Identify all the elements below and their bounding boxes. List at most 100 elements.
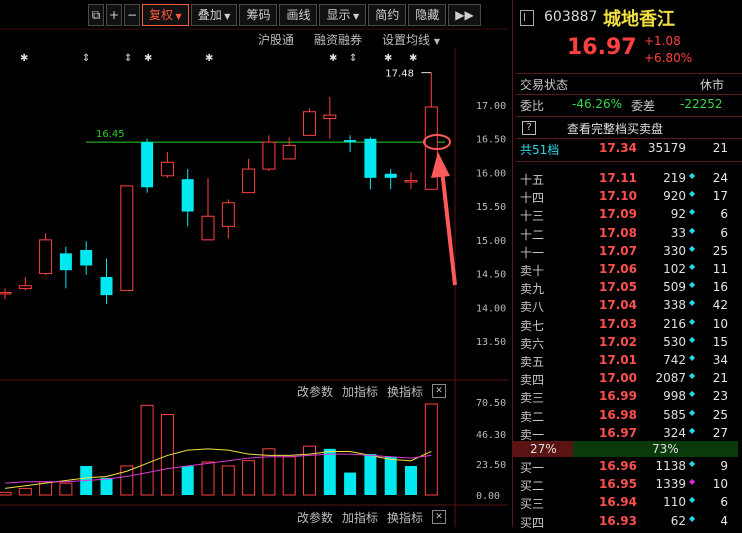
sell-level-label: 十二: [520, 227, 545, 242]
volume-bar: [140, 404, 154, 496]
event-marker-icon: ⇕: [82, 53, 90, 64]
stock-code: 603887: [544, 9, 598, 25]
buy-level-row[interactable]: 买三 16.94 110 ◆ 6: [512, 495, 742, 514]
diamond-marker-icon: ◆: [689, 280, 696, 290]
diamond-marker-icon: ◆: [689, 334, 696, 344]
sell-level-row[interactable]: 卖二 16.98 585 ◆ 25: [512, 408, 742, 427]
buy-level-row[interactable]: 买二 16.95 1339 ◆ 10: [512, 477, 742, 496]
sell-level-row[interactable]: 卖三 16.99 998 ◆ 23: [512, 389, 742, 408]
total-levels-price: 17.34: [599, 141, 637, 155]
full-order-book-link[interactable]: 查看完整档买卖盘: [567, 120, 663, 137]
sell-level-row[interactable]: 卖五 17.01 742 ◆ 34: [512, 353, 742, 372]
sell-level-count: 34: [712, 353, 728, 367]
buy-level-row[interactable]: 买一 16.96 1138 ◆ 9: [512, 459, 742, 478]
candle-body: [323, 114, 337, 119]
volume-bar: [18, 487, 32, 496]
sell-level-price: 17.00: [599, 371, 637, 386]
indicator-add-button[interactable]: 加指标: [342, 509, 378, 526]
buy-level-vol: 110: [663, 495, 686, 510]
sell-level-price: 17.03: [599, 316, 637, 331]
price-axis-label: 16.00: [476, 168, 506, 179]
volume-axis-label: 46.30: [476, 430, 506, 441]
buy-level-label: 买三: [520, 497, 545, 512]
sell-level-count: 27: [712, 425, 728, 440]
volume-bar: [323, 448, 336, 495]
sell-level-price: 17.05: [599, 280, 637, 295]
volume-bar: [344, 472, 357, 495]
indicator-switch-button[interactable]: 换指标: [387, 509, 423, 526]
sell-level-count: 11: [712, 262, 728, 276]
candle-body: [18, 285, 32, 289]
candle-body: [160, 161, 174, 177]
sell-level-price: 17.06: [599, 262, 637, 276]
sell-level-row[interactable]: 卖六 17.02 530 ◆ 15: [512, 335, 742, 354]
event-marker-icon: ✱: [329, 53, 337, 64]
sell-level-row[interactable]: 十四 17.10 920 ◆ 17: [512, 189, 742, 208]
sell-level-vol: 530: [663, 334, 686, 349]
diamond-marker-icon: ◆: [689, 495, 696, 505]
sell-level-row[interactable]: 卖八 17.04 338 ◆ 42: [512, 298, 742, 317]
sell-level-row[interactable]: 卖七 17.03 216 ◆ 10: [512, 317, 742, 336]
sell-level-row[interactable]: 十一 17.07 330 ◆ 25: [512, 244, 742, 263]
price-axis-label: 14.00: [476, 303, 506, 314]
volume-add-indicator-button[interactable]: 加指标: [342, 383, 378, 400]
event-marker-icon: ✱: [205, 53, 213, 64]
sell-level-price: 17.04: [599, 298, 637, 313]
sell-level-label: 卖七: [520, 318, 545, 333]
help-icon[interactable]: ?: [522, 121, 536, 135]
sell-level-row[interactable]: 卖十 17.06 102 ◆ 11: [512, 262, 742, 281]
price-level-label: 16.45: [96, 129, 125, 140]
sell-level-vol: 509: [663, 280, 686, 295]
sell-level-row[interactable]: 卖九 17.05 509 ◆ 16: [512, 280, 742, 299]
candle-body: [39, 239, 53, 275]
volume-bar: [201, 461, 215, 496]
price-change: +1.08: [644, 34, 681, 48]
candle-body: [80, 249, 93, 266]
panel-toggle-icon[interactable]: [520, 10, 534, 26]
sell-level-count: 15: [712, 334, 728, 349]
volume-switch-indicator-button[interactable]: 换指标: [387, 383, 423, 400]
sell-level-row[interactable]: 十五 17.11 219 ◆ 24: [512, 171, 742, 190]
sell-level-row[interactable]: 十二 17.08 33 ◆ 6: [512, 226, 742, 245]
volume-close-icon[interactable]: ✕: [432, 384, 447, 398]
indicator-close-icon[interactable]: ✕: [432, 510, 447, 524]
sell-level-count: 16: [712, 280, 728, 295]
volume-bar: [242, 460, 256, 496]
price-volume-chart[interactable]: 17.00 16.50 16.00 15.50 15.00 14.50 14.00 13.50…: [0, 0, 508, 527]
sell-level-count: 23: [712, 389, 728, 404]
candle-body: [221, 202, 235, 227]
diamond-marker-icon: ◆: [689, 171, 696, 180]
sell-level-label: 卖三: [520, 391, 545, 406]
sell-level-count: 21: [712, 371, 728, 386]
diamond-marker-icon: ◆: [689, 353, 696, 362]
sell-level-label: 十五: [520, 173, 545, 187]
candle-body: [201, 215, 215, 241]
candle-body: [181, 179, 194, 212]
sell-level-price: 17.11: [599, 171, 637, 185]
buy-level-count: 4: [720, 513, 728, 528]
buy-level-count: 9: [720, 459, 728, 473]
price-change-pct: +6.80%: [644, 51, 693, 65]
sell-level-row[interactable]: 十三 17.09 92 ◆ 6: [512, 207, 742, 226]
buy-level-count: 6: [720, 495, 728, 510]
diamond-marker-icon: ◆: [689, 389, 696, 399]
price-axis-label: 14.50: [476, 270, 506, 281]
sell-level-price: 17.07: [599, 243, 637, 258]
price-axis-label: 17.00: [476, 101, 506, 112]
diamond-marker-icon: ◆: [689, 243, 696, 253]
buy-level-vol: 1138: [655, 459, 686, 473]
indicator-param-button[interactable]: 改参数: [297, 509, 333, 526]
buy-level-row[interactable]: 买四 16.93 62 ◆ 4: [512, 514, 742, 533]
sell-level-count: 6: [720, 207, 728, 222]
sell-level-vol: 92: [670, 207, 686, 222]
high-price-label: 17.48: [385, 69, 414, 80]
volume-param-button[interactable]: 改参数: [297, 383, 333, 400]
weicha-value: -22252: [680, 97, 723, 111]
candle-body: [242, 168, 256, 194]
sell-level-row[interactable]: 卖四 17.00 2087 ◆ 21: [512, 371, 742, 390]
sell-level-count: 10: [712, 316, 728, 331]
sell-level-vol: 216: [663, 316, 686, 331]
diamond-marker-icon: ◆: [689, 225, 696, 235]
sell-level-label: 十一: [520, 245, 545, 260]
volume-bar: [405, 465, 417, 495]
